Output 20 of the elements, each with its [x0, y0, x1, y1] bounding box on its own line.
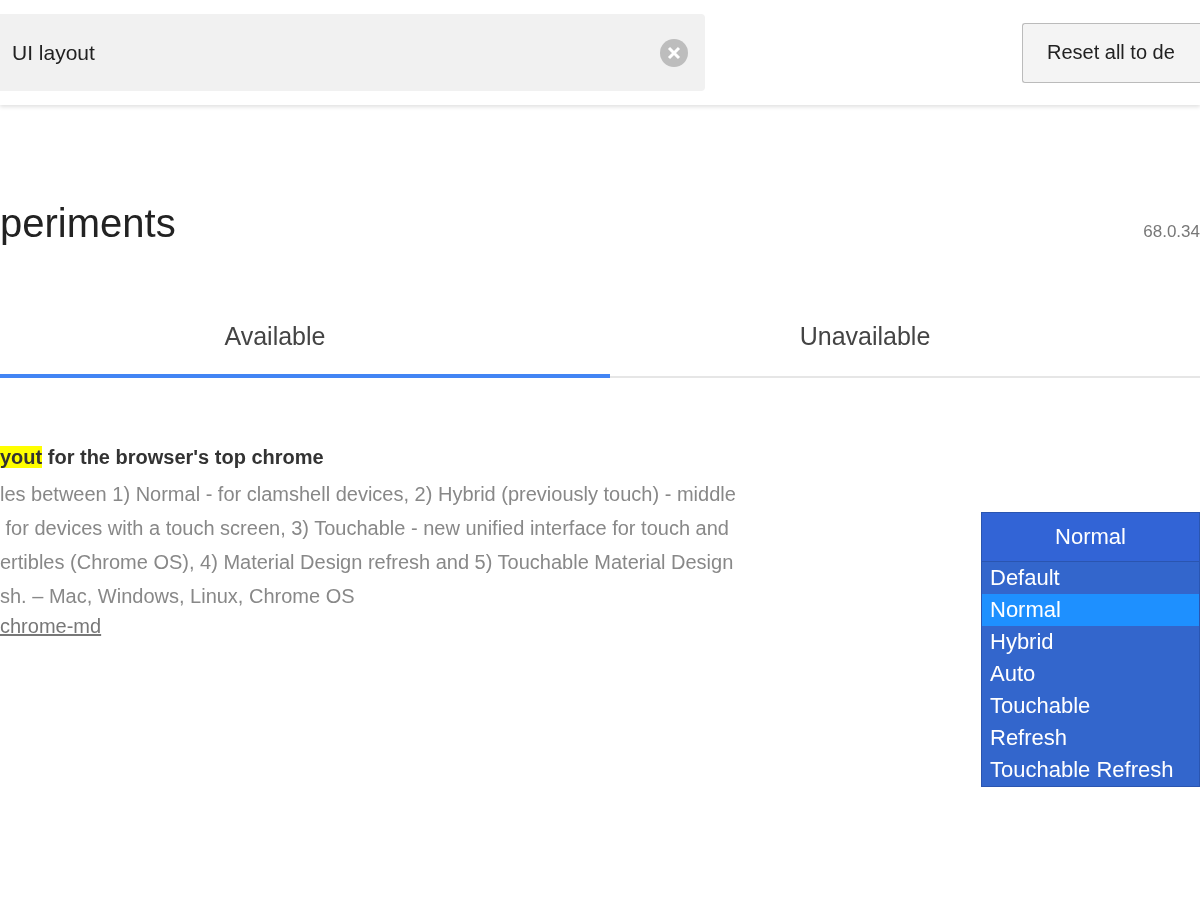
page-title: periments	[0, 201, 176, 246]
tab[interactable]: Unavailable	[610, 298, 1200, 378]
dropdown-option[interactable]: Touchable Refresh	[982, 754, 1199, 786]
dropdown-option[interactable]: Hybrid	[982, 626, 1199, 658]
experiment-description: les between 1) Normal - for clamshell devices, 2) Hybrid (previously touch) - middle for devices with a touch screen, 3) Touchable - new unified interface for touch and ertibles (Chrome OS), 4) Material Design refresh and 5) Touchable Material Design sh. – Mac, Windows, Linux, Chrome OS	[0, 482, 736, 609]
dropdown-option[interactable]: Default	[982, 562, 1199, 594]
dropdown-option[interactable]: Touchable	[982, 690, 1199, 722]
dropdown-option[interactable]: Normal	[982, 594, 1199, 626]
reset-button[interactable]: Reset all to de	[1022, 22, 1200, 83]
dropdown-option[interactable]: Auto	[982, 658, 1199, 690]
tab[interactable]: Available	[0, 298, 610, 378]
experiment-link[interactable]: chrome-md	[0, 615, 102, 638]
dropdown-value[interactable]: Normal	[982, 513, 1199, 562]
search-bar[interactable]: UI layout	[0, 14, 705, 91]
dropdown-option[interactable]: Refresh	[982, 722, 1199, 754]
search-field[interactable]: UI layout	[12, 40, 659, 65]
clear-icon[interactable]	[659, 37, 689, 68]
version-label: 68.0.34	[1143, 222, 1200, 242]
option-dropdown[interactable]: Normal Default Normal Hybrid Auto Touchable Refresh Touchable Refresh	[981, 512, 1200, 787]
experiment-title: yout for the browser's top chrome	[0, 446, 325, 469]
